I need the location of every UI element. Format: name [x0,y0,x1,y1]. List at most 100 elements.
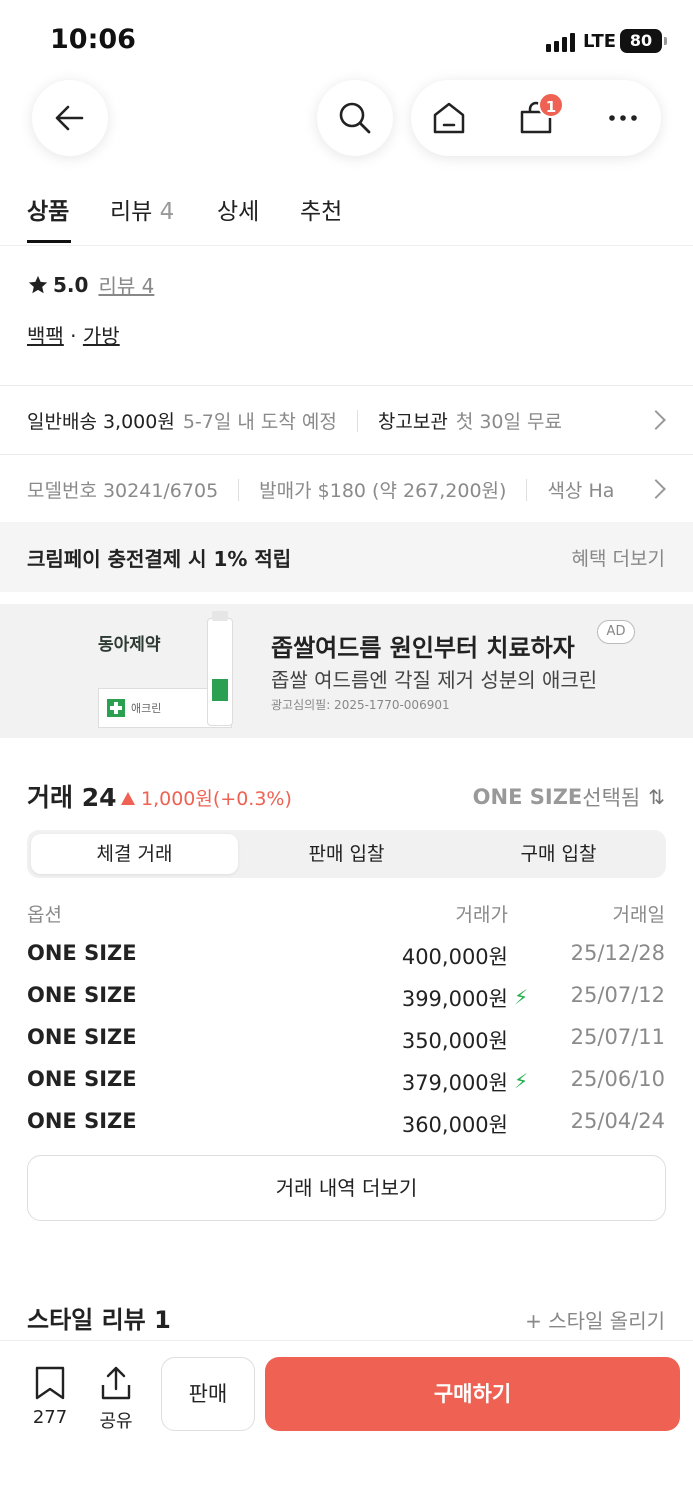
segment-completed-trades[interactable]: 체결 거래 [31,834,238,874]
divider [0,385,693,386]
bolt-icon: ⚡ [514,1069,529,1093]
more-dots-icon [609,115,637,121]
ad-banner[interactable]: 동아제약 애크린 좁쌀여드름 원인부터 치료하자 좁쌀 여드름엔 각질 제거 성… [0,604,693,738]
release-price: 발매가 $180 (약 267,200원) [259,480,507,502]
up-triangle-icon [121,792,135,805]
cart-button[interactable] [498,80,574,156]
trade-history-more-button[interactable]: 거래 내역 더보기 [27,1155,666,1221]
header-actions [411,80,661,156]
row-price: 400,000원 [401,945,508,969]
delivery-row[interactable]: 일반배송 3,000원 5-7일 내 도착 예정 창고보관 첫 30일 무료 [27,407,562,434]
size-suffix: 선택됨 [582,786,641,810]
tab-review[interactable]: 리뷰 4 [110,192,174,226]
sort-icon: ⇅ [648,785,665,809]
signal-icon [546,32,578,52]
divider [238,478,240,501]
buy-button[interactable]: 구매하기 [265,1357,680,1431]
row-date: 25/04/24 [570,1109,665,1133]
benefit-text: 크림페이 충전결제 시 1% 적립 [27,547,292,571]
trade-segment-control: 체결 거래 판매 입찰 구매 입찰 [27,830,666,878]
table-row: ONE SIZE 350,000원 25/07/11 [0,1025,693,1067]
back-button[interactable] [32,80,108,156]
tube-cap [212,611,228,621]
star-icon [28,275,48,293]
category-link-backpack[interactable]: 백팩 [27,324,64,348]
style-review-title: 스타일 리뷰 1 [27,1306,171,1334]
column-price: 거래가 [455,904,508,926]
category-link-bag[interactable]: 가방 [83,324,120,348]
delivery-eta: 5-7일 내 도착 예정 [182,411,337,433]
benefit-banner[interactable]: 크림페이 충전결제 시 1% 적립 혜택 더보기 [0,522,693,592]
ad-product-tube [207,611,233,726]
network-label: LTE [583,31,617,52]
search-button[interactable] [317,80,393,156]
segment-buy-bids[interactable]: 구매 입찰 [455,834,662,874]
model-number: 모델번호 30241/6705 [27,480,219,502]
benefit-more-link[interactable]: 혜택 더보기 [572,544,665,571]
row-date: 25/06/10 [570,1067,665,1091]
table-row: ONE SIZE 379,000원 ⚡ 25/06/10 [0,1067,693,1109]
tab-recommend[interactable]: 추천 [300,192,342,226]
row-price: 399,000원 [401,987,508,1011]
row-option: ONE SIZE [27,941,137,965]
ad-fine-print: 광고심의필: 2025-1770-006901 [271,698,450,712]
row-option: ONE SIZE [27,983,137,1007]
bookmark-count: 277 [32,1407,68,1428]
row-option: ONE SIZE [27,1025,137,1049]
size-selected: ONE SIZE [472,785,583,809]
price-change-value: 1,000원(+0.3%) [141,788,292,810]
pharmacy-cross-icon [107,699,125,717]
chevron-right-icon[interactable] [646,410,666,430]
product-tabs: 상품 리뷰 4 상세 추천 [0,180,693,246]
row-date: 25/12/28 [570,941,665,965]
category-separator: · [63,324,83,348]
tab-product[interactable]: 상품 [27,192,69,226]
rating-row: 5.0 리뷰 4 [27,270,154,299]
home-icon [433,102,465,134]
ad-subtitle: 좁쌀 여드름엔 각질 제거 성분의 애크린 [271,668,598,692]
category-breadcrumb: 백팩 · 가방 [27,320,120,349]
chevron-right-icon[interactable] [646,479,666,499]
tab-detail[interactable]: 상세 [217,192,259,226]
style-upload-link[interactable]: + 스타일 올리기 [525,1305,665,1334]
ad-product-label: 애크린 [131,702,162,715]
ad-title: 좁쌀여드름 원인부터 치료하자 [271,634,575,662]
cart-badge: 1 [538,92,564,118]
more-button[interactable] [585,80,661,156]
status-time: 10:06 [50,24,136,55]
row-price: 350,000원 [401,1029,508,1053]
share-button[interactable]: 공유 [86,1365,146,1433]
storage-label: 창고보관 [377,411,448,433]
search-icon [339,102,371,134]
back-arrow-icon [55,105,84,131]
product-info-row: 모델번호 30241/6705 발매가 $180 (약 267,200원) 색상… [27,476,647,503]
table-row: ONE SIZE 400,000원 25/12/28 [0,941,693,983]
share-icon [101,1366,131,1400]
segment-sell-bids[interactable]: 판매 입찰 [243,834,450,874]
column-date: 거래일 [612,904,665,926]
bookmark-icon [35,1366,65,1400]
size-selector[interactable]: ONE SIZE 선택됨 ⇅ [473,782,665,812]
table-row: ONE SIZE 360,000원 25/04/24 [0,1109,693,1151]
rating-score: 5.0 [53,272,89,297]
table-row: ONE SIZE 399,000원 ⚡ 25/07/12 [0,983,693,1025]
status-bar: 10:06 LTE 80 [0,0,693,80]
row-price: 360,000원 [401,1113,508,1137]
bookmark-button[interactable]: 277 [20,1365,80,1428]
home-button[interactable] [411,80,487,156]
row-option: ONE SIZE [27,1067,137,1091]
row-date: 25/07/11 [570,1025,665,1049]
sell-button[interactable]: 판매 [161,1357,255,1431]
divider [0,454,693,455]
trades-title: 거래 24 [27,783,117,812]
battery-icon: 80 [620,29,667,53]
delivery-label: 일반배송 3,000원 [27,411,175,433]
price-change: 1,000원(+0.3%) [121,784,292,811]
divider [356,409,358,432]
tube-stripe [212,679,228,701]
column-option: 옵션 [27,904,62,926]
review-link[interactable]: 리뷰 4 [98,270,154,299]
bottom-action-bar: 277 공유 판매 구매하기 [0,1340,693,1500]
tab-active-indicator [27,240,71,243]
share-label: 공유 [99,1411,133,1432]
